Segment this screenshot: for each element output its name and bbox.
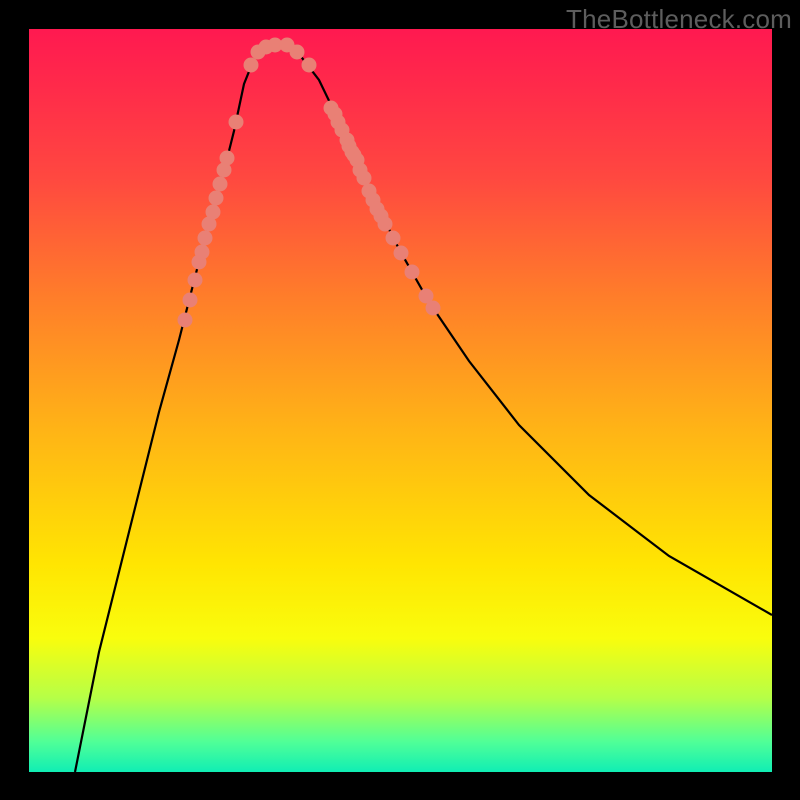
plot-area: [29, 29, 772, 772]
marker-dot: [426, 301, 441, 316]
marker-dot: [229, 115, 244, 130]
marker-dot: [209, 191, 224, 206]
marker-dot: [244, 58, 259, 73]
curve-layer: [29, 29, 772, 772]
marker-dot: [405, 265, 420, 280]
marker-dot: [378, 217, 393, 232]
marker-dot: [394, 246, 409, 261]
marker-dot: [178, 313, 193, 328]
marker-dot: [206, 205, 221, 220]
marker-dot: [213, 177, 228, 192]
marker-dot: [198, 231, 213, 246]
marker-dot: [357, 171, 372, 186]
marker-dot: [195, 245, 210, 260]
bottleneck-curve: [75, 45, 772, 772]
marker-dot: [302, 58, 317, 73]
marker-dot: [183, 293, 198, 308]
marker-dot: [220, 151, 235, 166]
marker-dot: [290, 45, 305, 60]
curve-markers: [178, 38, 441, 328]
chart-frame: TheBottleneck.com: [0, 0, 800, 800]
marker-dot: [386, 231, 401, 246]
watermark-text: TheBottleneck.com: [566, 4, 792, 35]
marker-dot: [188, 273, 203, 288]
